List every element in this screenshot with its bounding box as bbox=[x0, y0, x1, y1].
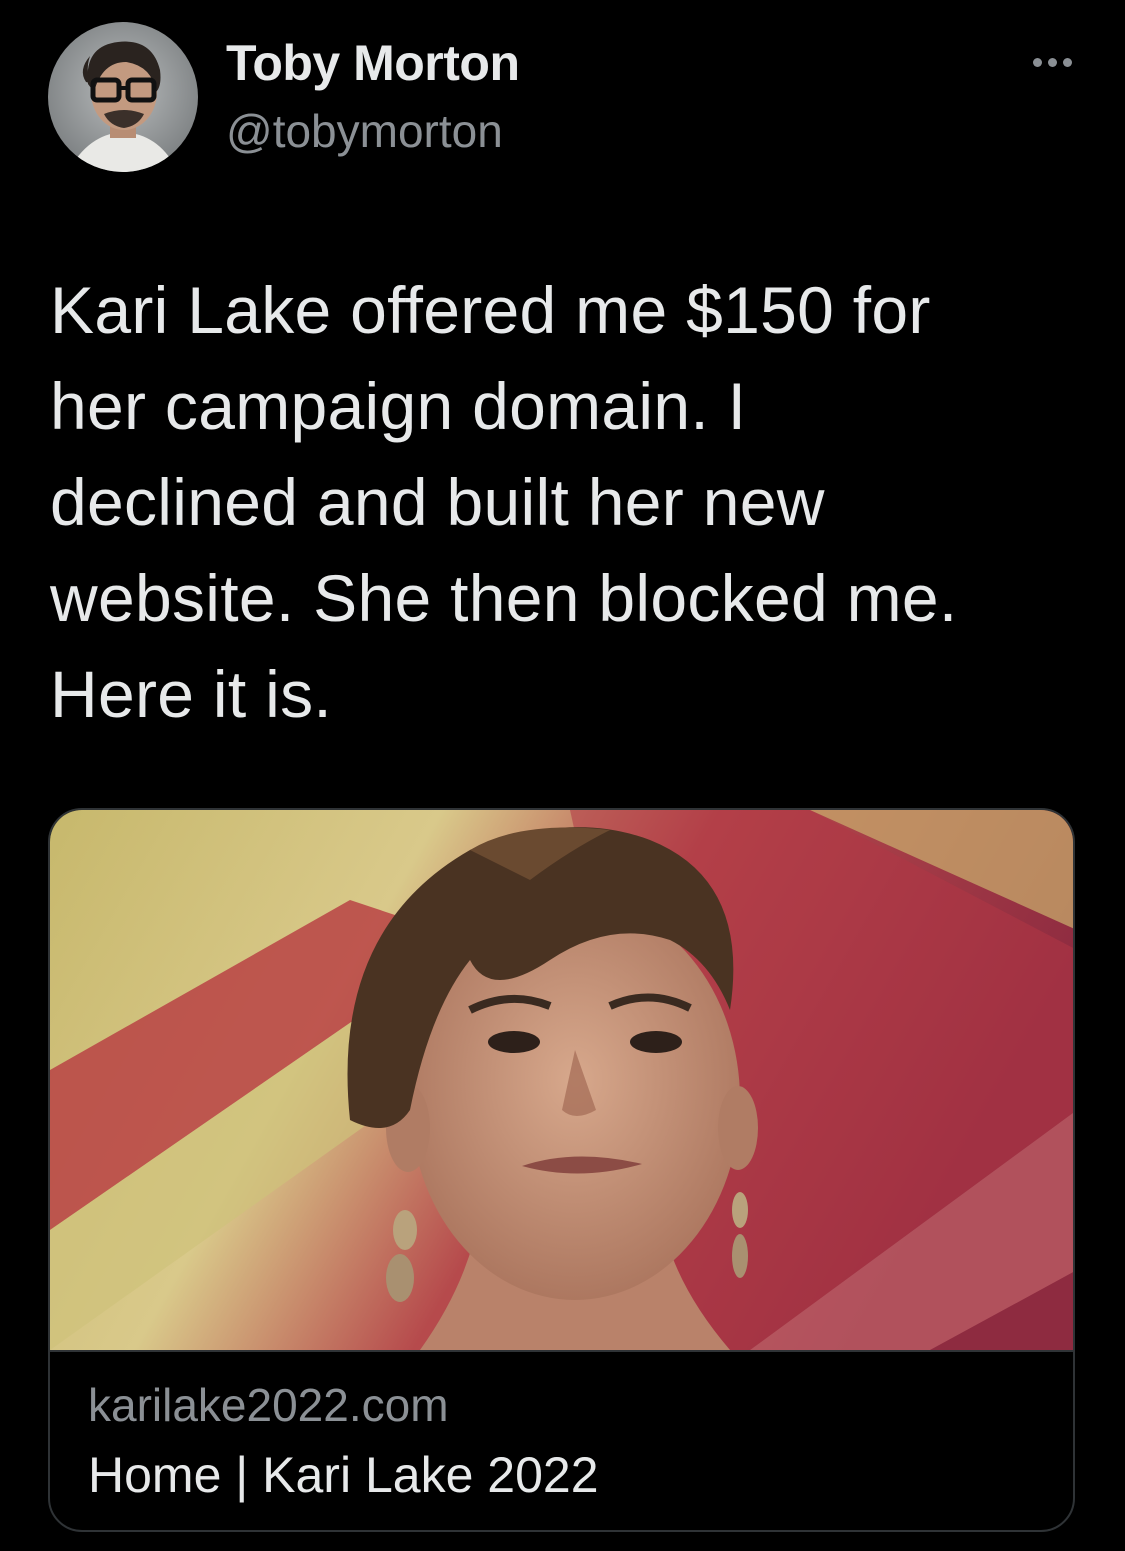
link-card-domain: karilake2022.com bbox=[88, 1379, 449, 1431]
link-card-divider bbox=[50, 1350, 1073, 1352]
more-horizontal-icon bbox=[1032, 57, 1042, 67]
tweet-text: Kari Lake offered me $150 for her campai… bbox=[50, 273, 958, 731]
more-options-button[interactable] bbox=[1022, 44, 1082, 80]
link-card[interactable]: karilake2022.com Home | Kari Lake 2022 bbox=[48, 808, 1075, 1532]
link-card-image bbox=[50, 810, 1073, 1350]
author-display-name[interactable]: Toby Morton bbox=[226, 34, 520, 92]
more-horizontal-icon-dot bbox=[1062, 57, 1072, 67]
tweet: Toby Morton @tobymorton Kari Lake offere… bbox=[0, 0, 1125, 1551]
author-avatar[interactable] bbox=[48, 22, 198, 172]
more-horizontal-icon-dot bbox=[1047, 57, 1057, 67]
author-handle[interactable]: @tobymorton bbox=[226, 104, 503, 158]
link-card-title: Home | Kari Lake 2022 bbox=[88, 1447, 599, 1503]
